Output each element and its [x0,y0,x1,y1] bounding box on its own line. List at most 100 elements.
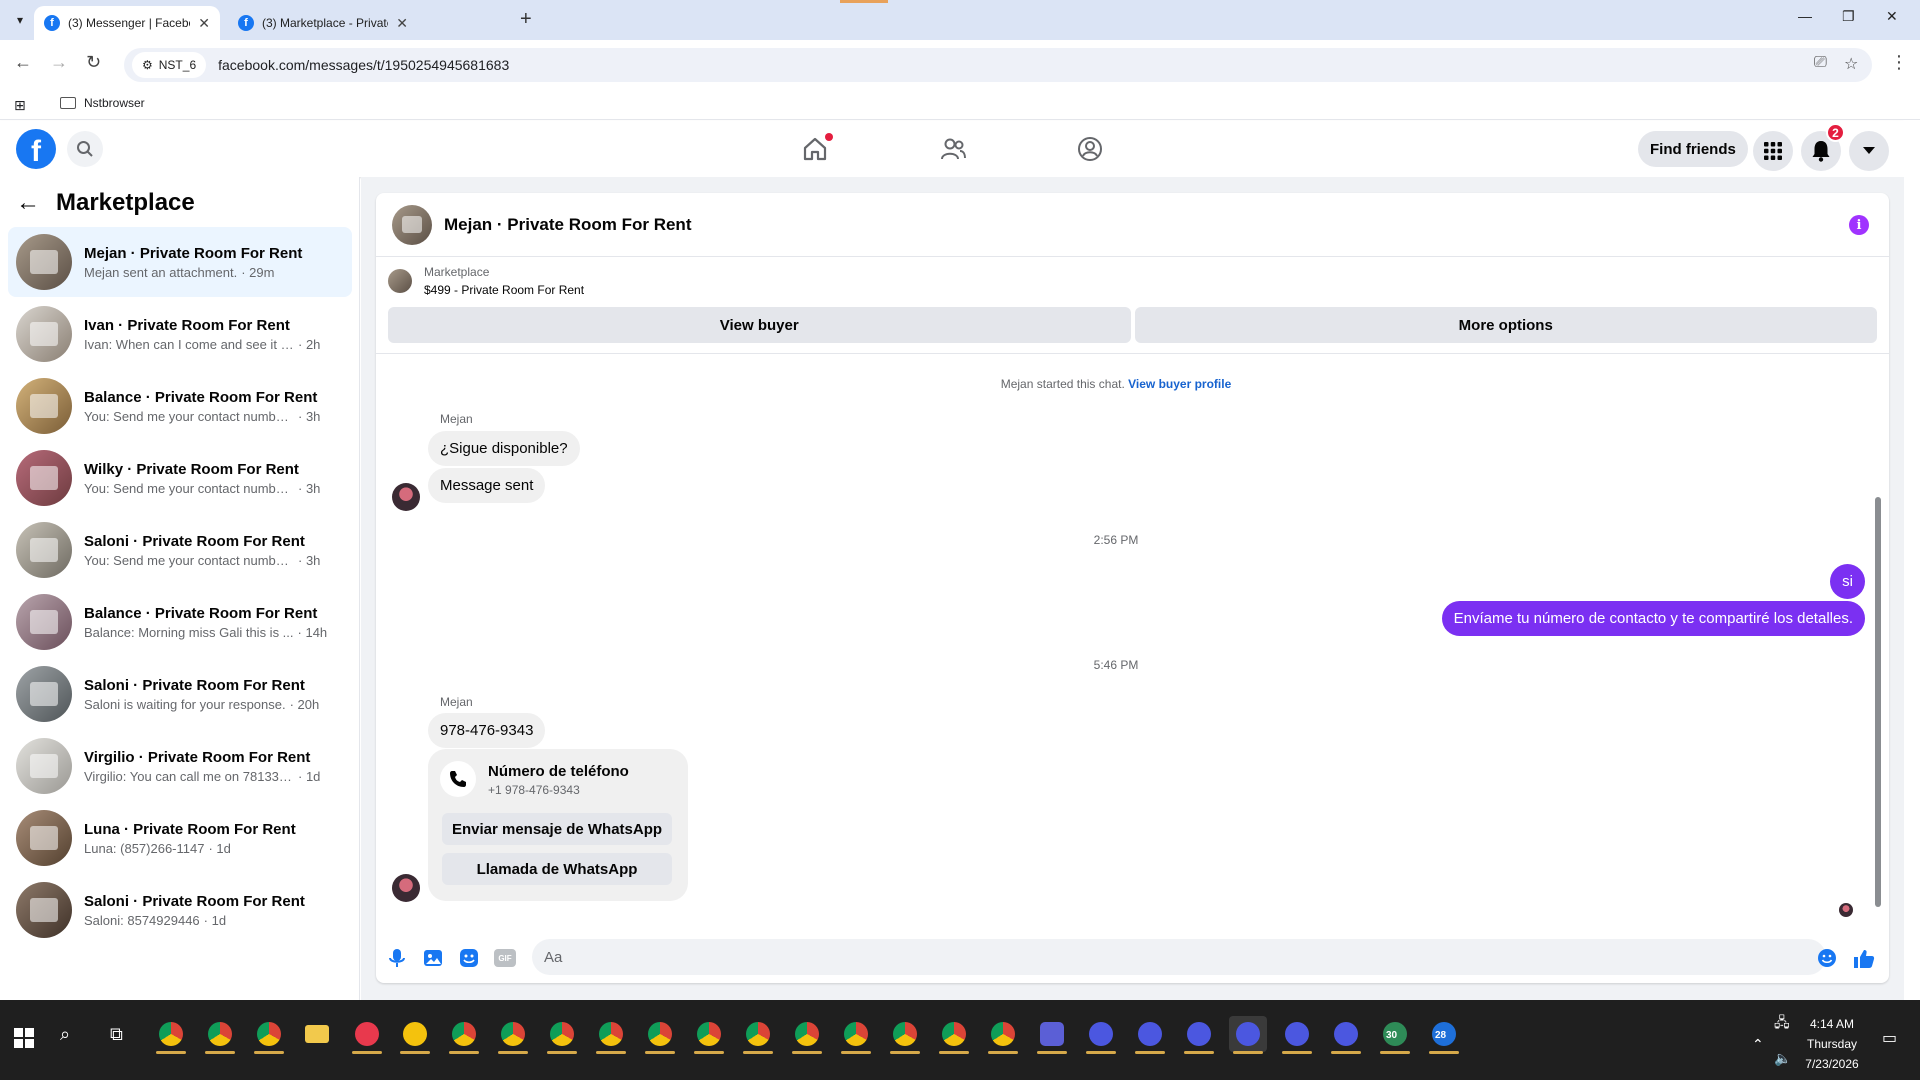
close-tab-icon[interactable]: ✕ [198,15,210,32]
nstbrowser-app-icon[interactable] [1033,1016,1071,1054]
chrome-app-icon[interactable] [690,1016,728,1054]
outgoing-message[interactable]: si [1830,564,1865,599]
more-options-button[interactable]: More options [1134,307,1877,343]
whatsapp-message-button[interactable]: Enviar mensaje de WhatsApp [442,813,672,845]
windows-start-icon[interactable] [14,1028,34,1048]
incoming-message[interactable]: ¿Sigue disponible? [428,431,580,466]
sender-avatar[interactable] [392,483,420,511]
conversation-item[interactable]: Saloni · Private Room For Rent Saloni: 8… [8,875,352,945]
bookmark-nstbrowser[interactable]: Nstbrowser [60,96,145,110]
emoji-icon[interactable] [1816,947,1838,969]
media-app-icon[interactable] [348,1016,386,1054]
tab-messenger[interactable]: f (3) Messenger | Facebook ✕ [34,6,220,40]
tab-marketplace[interactable]: f (3) Marketplace - Private Room ✕ [228,6,418,40]
url-text[interactable]: facebook.com/messages/t/1950254945681683 [218,57,509,73]
conversation-item[interactable]: Luna · Private Room For Rent Luna: (857)… [8,803,352,873]
chrome-app-icon[interactable] [592,1016,630,1054]
tab-search-chevron-icon[interactable]: ▾ [8,8,32,32]
search-icon[interactable]: ⌕ [60,1024,70,1045]
browser-menu-icon[interactable]: ⋮ [1890,52,1908,73]
search-button[interactable] [67,131,103,167]
bookmark-star-icon[interactable]: ☆ [1844,54,1858,74]
omnibox[interactable]: ⚙ NST_6 facebook.com/messages/t/19502549… [124,48,1872,82]
volume-icon[interactable]: 🔈 [1774,1050,1791,1067]
conversation-item[interactable]: Balance · Private Room For Rent Balance:… [8,587,352,657]
chrome-app-icon[interactable] [788,1016,826,1054]
chrome-app-icon[interactable] [543,1016,581,1054]
view-buyer-button[interactable]: View buyer [388,307,1131,343]
find-friends-button[interactable]: Find friends [1638,131,1748,167]
apps-grid-icon[interactable]: ⊞ [14,97,26,114]
nstbrowser-app-icon[interactable] [1229,1016,1267,1054]
nstbrowser-app-icon[interactable] [1180,1016,1218,1054]
incoming-message[interactable]: 978-476-9343 [428,713,546,748]
forward-icon[interactable]: → [50,52,68,73]
facebook-logo[interactable]: f [16,129,56,169]
groups-icon[interactable] [1076,135,1104,163]
nstbrowser-app-icon[interactable] [1327,1016,1365,1054]
back-arrow-icon[interactable]: ← [16,189,40,217]
chrome-app-icon[interactable] [886,1016,924,1054]
page-scrollbar[interactable] [1904,121,1920,1000]
file-explorer-icon[interactable] [298,1016,336,1052]
close-tab-icon[interactable]: ✕ [396,15,408,32]
chrome-app-icon[interactable] [494,1016,532,1054]
restore-icon[interactable]: ❐ [1842,8,1855,25]
gif-icon[interactable]: GIF [494,949,516,967]
nstbrowser-app-icon[interactable] [1278,1016,1316,1054]
photo-icon[interactable] [422,947,444,969]
sticker-icon[interactable] [458,947,480,969]
extension-app-icon[interactable] [396,1016,434,1054]
message-input[interactable] [544,948,1774,966]
view-buyer-profile-link[interactable]: View buyer profile [1128,377,1231,391]
thumbs-up-icon[interactable] [1852,947,1876,971]
clock[interactable]: 4:14 AM Thursday 7/23/2026 [1792,1014,1872,1074]
incoming-message[interactable]: Message sent [428,468,546,503]
close-window-icon[interactable]: ✕ [1886,8,1898,25]
back-icon[interactable]: ← [14,52,32,73]
chrome-app-icon[interactable] [837,1016,875,1054]
nstbrowser-app-icon[interactable] [1082,1016,1120,1054]
account-button[interactable] [1849,131,1889,171]
chrome-app-icon[interactable] [739,1016,777,1054]
chrome-app-icon[interactable] [445,1016,483,1054]
info-icon[interactable]: i [1849,215,1869,235]
timestamp: 5:46 PM [1093,658,1139,672]
friends-icon[interactable] [939,135,967,163]
new-tab-button[interactable]: + [520,8,532,31]
conversation-item[interactable]: Saloni · Private Room For Rent Saloni is… [8,659,352,729]
conversation-item[interactable]: Mejan · Private Room For Rent Mejan sent… [8,227,352,297]
whatsapp-call-button[interactable]: Llamada de WhatsApp [442,853,672,885]
conversation-item[interactable]: Wilky · Private Room For Rent You: Send … [8,443,352,513]
conversation-name: Luna · Private Room For Rent [84,820,296,838]
menu-button[interactable] [1753,131,1793,171]
notification-center-icon[interactable]: ▭ [1882,1028,1897,1048]
chrome-app-icon[interactable] [201,1016,239,1054]
chevron-up-icon[interactable]: ⌃ [1752,1036,1764,1053]
microphone-icon[interactable] [386,947,408,969]
nstbrowser-app-icon[interactable] [1131,1016,1169,1054]
chrome-app-icon[interactable] [641,1016,679,1054]
chrome-app-icon[interactable] [984,1016,1022,1054]
chrome-app-icon[interactable] [152,1016,190,1054]
site-info-chip[interactable]: ⚙ NST_6 [132,52,207,78]
chrome-app-icon[interactable] [935,1016,973,1054]
install-app-icon[interactable]: ⎚ [1814,54,1827,72]
listing-summary[interactable]: Marketplace $499 - Private Room For Rent [388,265,584,297]
avatar[interactable] [392,204,432,245]
message-input-box[interactable] [532,939,1826,975]
conversation-item[interactable]: Virgilio · Private Room For Rent Virgili… [8,731,352,801]
chat-scrollbar-thumb[interactable] [1875,497,1881,907]
sender-avatar[interactable] [392,874,420,902]
chrome-app-icon[interactable] [250,1016,288,1054]
reload-icon[interactable]: ↻ [86,52,101,73]
conversation-item[interactable]: Saloni · Private Room For Rent You: Send… [8,515,352,585]
minimize-icon[interactable]: — [1798,8,1812,24]
phone-icon [440,761,476,797]
conversation-item[interactable]: Ivan · Private Room For Rent Ivan: When … [8,299,352,369]
chat-title[interactable]: Mejan · Private Room For Rent [444,215,691,235]
network-icon[interactable]: 🖧 [1774,1012,1790,1036]
conversation-item[interactable]: Balance · Private Room For Rent You: Sen… [8,371,352,441]
task-view-icon[interactable]: ⧉ [110,1024,123,1045]
outgoing-message[interactable]: Envíame tu número de contacto y te compa… [1441,601,1865,636]
